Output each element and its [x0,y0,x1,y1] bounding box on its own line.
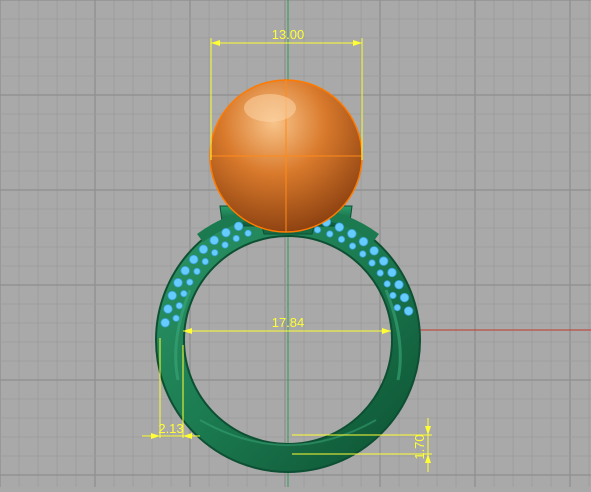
pave-stone [167,290,177,301]
pave-stone [387,267,397,278]
pave-stone [160,318,170,328]
pave-stone [221,227,231,238]
viewport[interactable]: 13.00 17.84 2.13 1.70 [0,0,591,487]
pave-stone [244,229,252,237]
pave-stone [358,236,369,247]
pave-stone [180,265,190,276]
viewport-grid [0,0,591,487]
pave-stone [175,302,183,310]
pave-stone [232,234,240,243]
pave-stone [186,278,194,286]
pave-stone [368,259,376,267]
pave-stone [189,254,199,265]
pave-stone [347,229,357,239]
pave-stone [399,292,410,303]
pave-stone [326,230,334,238]
pave-stone [172,314,180,322]
band-thickness-label: 1.70 [412,434,427,459]
pave-stone [359,250,367,258]
pave-stone [389,291,397,300]
pave-stone [337,235,346,243]
pave-stone [403,306,414,316]
pave-stone [334,222,345,232]
pave-stone [369,246,379,256]
pave-stone [201,257,209,266]
pave-stone [393,304,401,312]
pave-stone [313,226,322,234]
pave-stone [211,249,219,257]
pave-stone [233,221,244,231]
pave-stone [394,279,404,290]
band-width-label: 2.13 [158,421,183,436]
pave-stone [193,267,201,275]
pave-stone [221,241,229,249]
pearl[interactable] [209,79,363,233]
pearl-diameter-label: 13.00 [272,27,305,42]
pave-stone [376,269,384,277]
pave-stone [348,242,357,250]
dimension-inner-diameter[interactable]: 17.84 [183,315,391,334]
pave-stone [383,280,391,288]
pave-stone [378,256,389,266]
pave-stone [173,278,183,288]
pave-stone [163,304,173,314]
inner-diameter-label: 17.84 [272,315,305,330]
pave-stone [209,235,219,246]
pave-stone [180,290,188,298]
pave-stone [198,244,209,255]
ring-drawing[interactable]: 13.00 17.84 2.13 1.70 [0,0,591,487]
